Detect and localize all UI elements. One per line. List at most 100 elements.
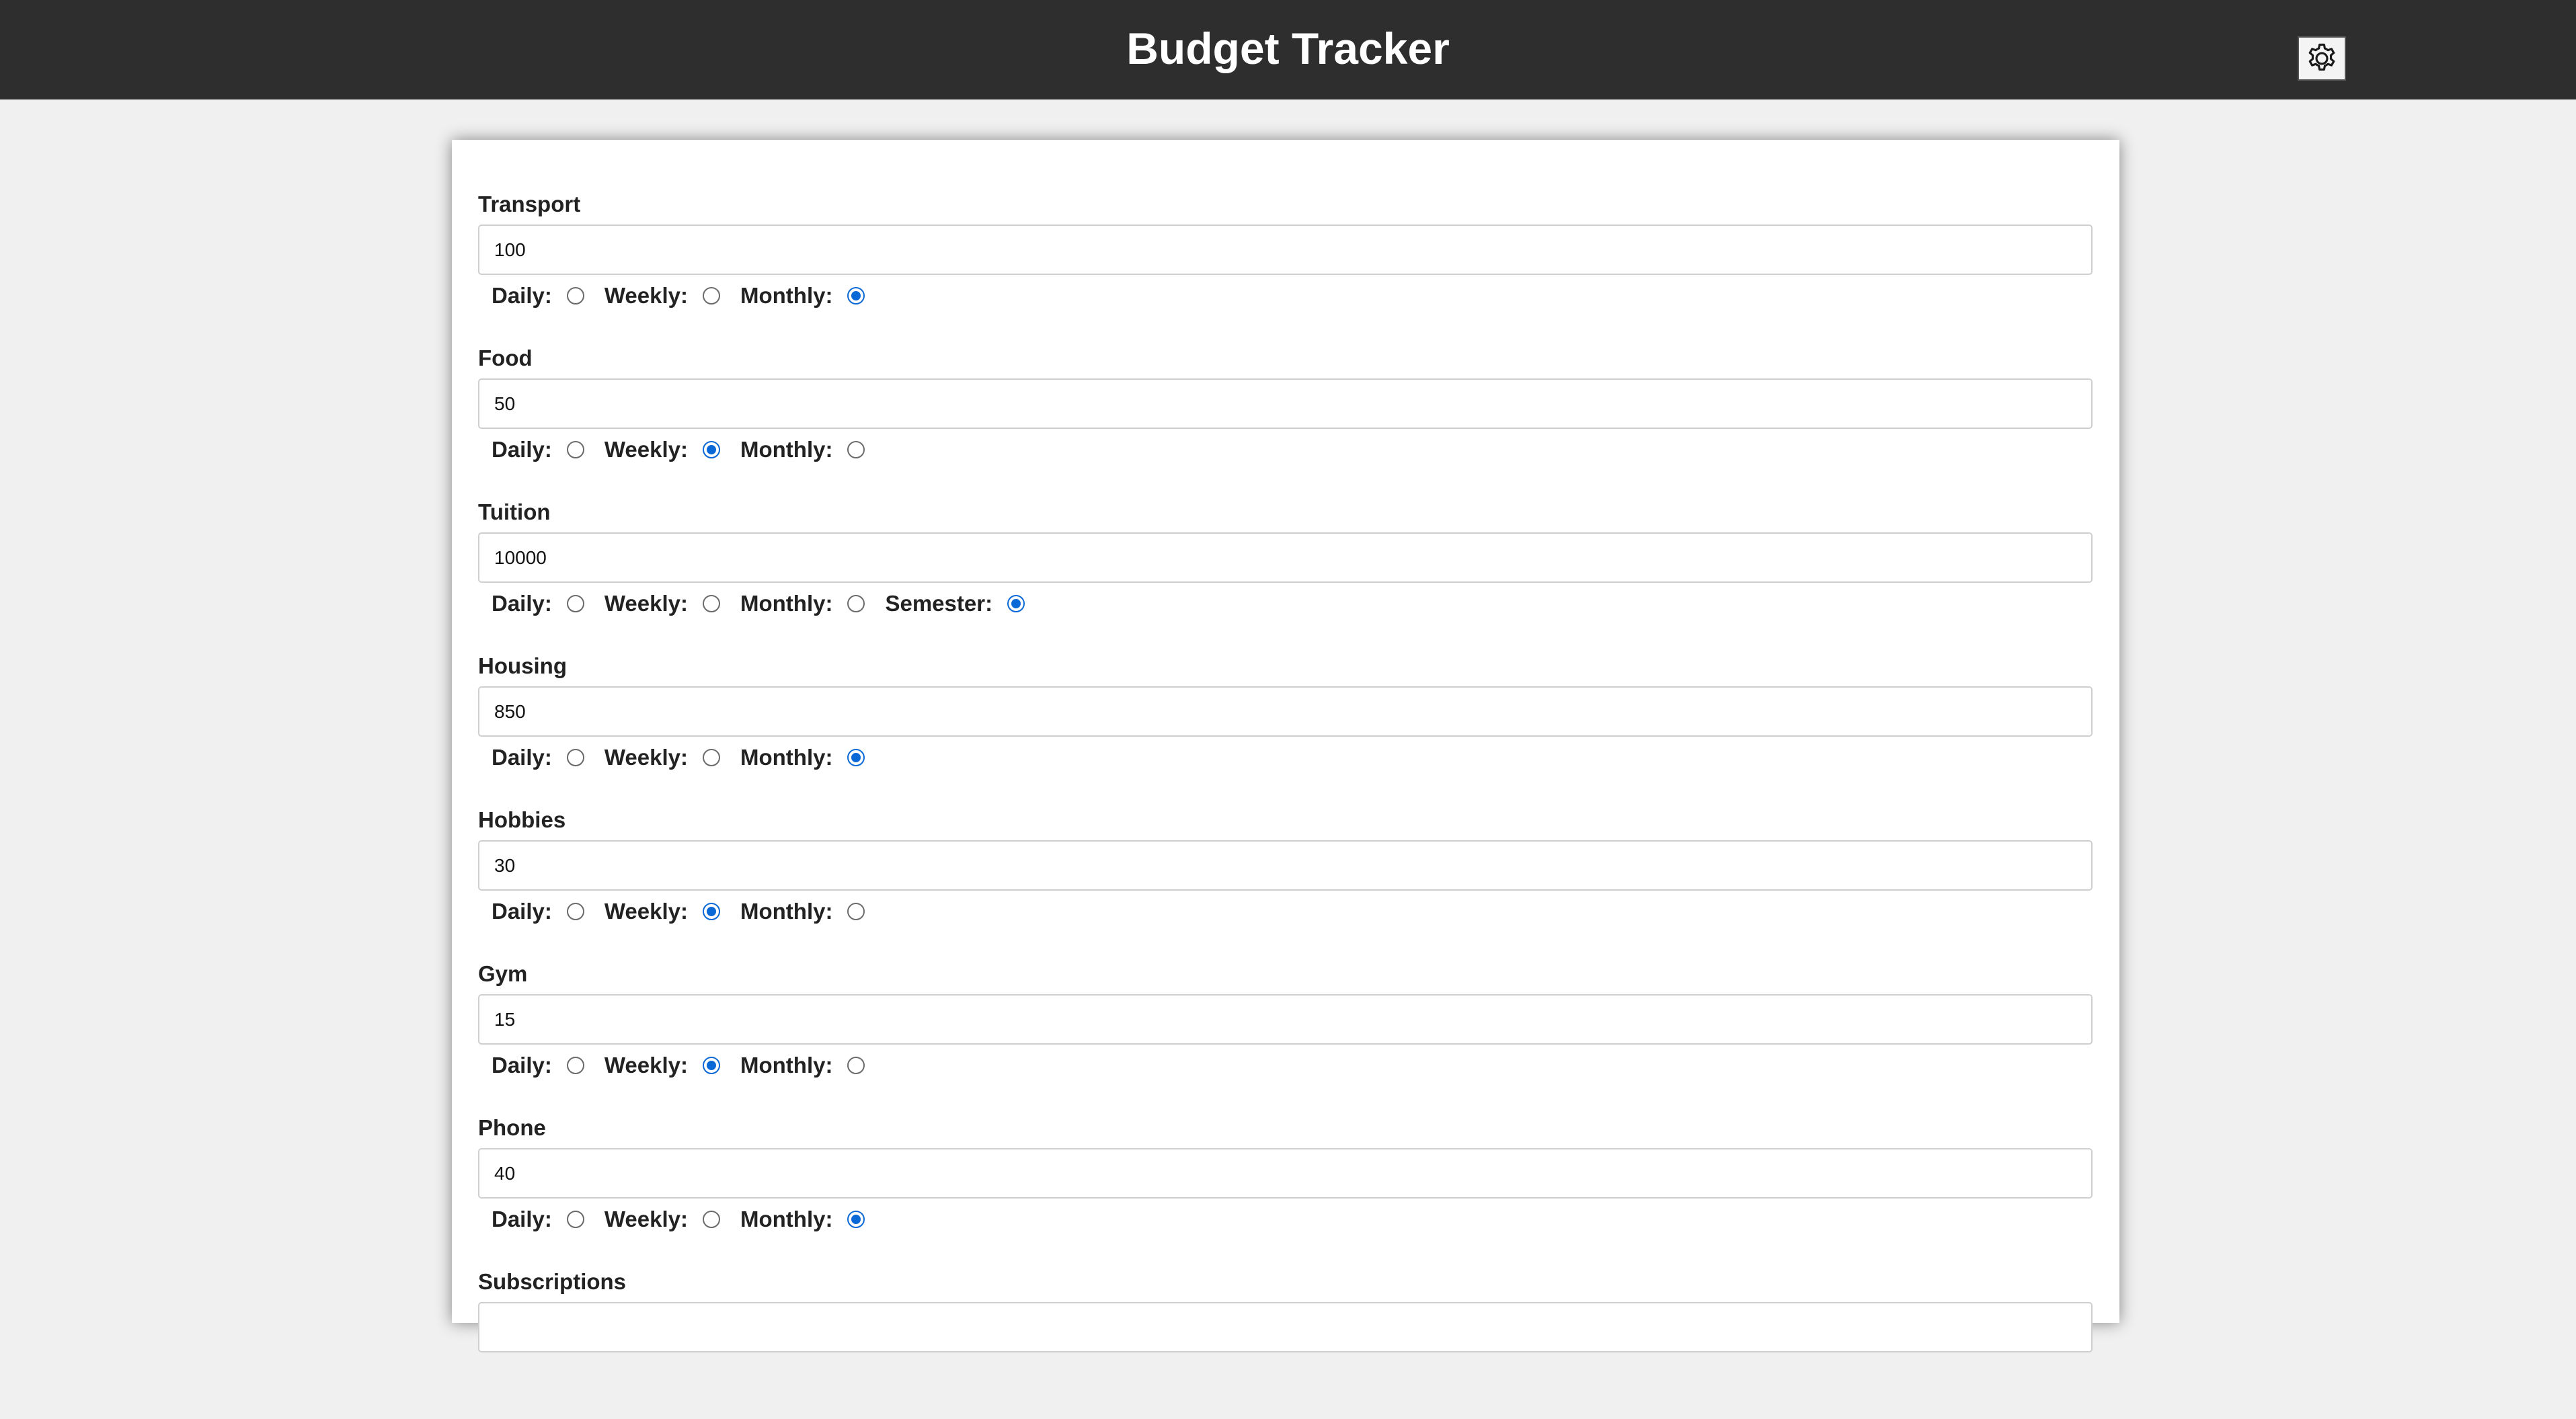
frequency-option-daily[interactable]: Daily: bbox=[492, 1053, 584, 1078]
housing-amount-input[interactable] bbox=[478, 686, 2093, 737]
frequency-option-monthly[interactable]: Monthly: bbox=[740, 745, 865, 770]
frequency-option-weekly[interactable]: Weekly: bbox=[604, 591, 720, 616]
frequency-options: Daily: Weekly: Monthly: bbox=[492, 433, 885, 467]
gym-amount-input[interactable] bbox=[478, 994, 2093, 1045]
monthly-radio[interactable] bbox=[847, 749, 865, 766]
transport-amount-input[interactable] bbox=[478, 225, 2093, 275]
weekly-radio[interactable] bbox=[703, 1057, 720, 1074]
subscriptions-amount-input[interactable] bbox=[478, 1302, 2093, 1352]
weekly-radio[interactable] bbox=[703, 287, 720, 305]
frequency-label: Daily: bbox=[492, 283, 552, 308]
frequency-label: Daily: bbox=[492, 1207, 552, 1231]
daily-radio[interactable] bbox=[566, 1211, 584, 1228]
daily-radio[interactable] bbox=[566, 1057, 584, 1074]
category-label: Tuition bbox=[478, 499, 551, 524]
frequency-label: Weekly: bbox=[604, 1207, 688, 1231]
frequency-label: Weekly: bbox=[604, 437, 688, 462]
frequency-option-daily[interactable]: Daily: bbox=[492, 1207, 584, 1232]
frequency-option-weekly[interactable]: Weekly: bbox=[604, 283, 720, 309]
frequency-option-daily[interactable]: Daily: bbox=[492, 437, 584, 462]
frequency-option-weekly[interactable]: Weekly: bbox=[604, 899, 720, 924]
frequency-label: Monthly: bbox=[740, 745, 833, 770]
frequency-options: Daily: Weekly: Monthly: bbox=[492, 741, 885, 774]
frequency-options: Daily: Weekly: Monthly: bbox=[492, 895, 885, 928]
category-housing: Housing Daily: Weekly: Monthly: bbox=[478, 649, 2093, 803]
frequency-label: Monthly: bbox=[740, 1053, 833, 1078]
frequency-label: Daily: bbox=[492, 899, 552, 924]
frequency-label: Monthly: bbox=[740, 1207, 833, 1231]
category-label: Housing bbox=[478, 653, 567, 678]
category-phone: Phone Daily: Weekly: Monthly: bbox=[478, 1111, 2093, 1265]
daily-radio[interactable] bbox=[566, 287, 584, 305]
weekly-radio[interactable] bbox=[703, 441, 720, 458]
frequency-option-monthly[interactable]: Monthly: bbox=[740, 437, 865, 462]
frequency-label: Weekly: bbox=[604, 283, 688, 308]
frequency-label: Monthly: bbox=[740, 591, 833, 616]
frequency-option-monthly[interactable]: Monthly: bbox=[740, 591, 865, 616]
frequency-options: Daily: Weekly: Monthly: bbox=[492, 1049, 885, 1082]
category-label: Food bbox=[478, 346, 533, 370]
category-label: Hobbies bbox=[478, 807, 566, 832]
frequency-option-daily[interactable]: Daily: bbox=[492, 591, 584, 616]
budget-form-card: Transport Daily: Weekly: Monthly: Food Daily:… bbox=[452, 140, 2119, 1352]
settings-button[interactable] bbox=[2298, 36, 2346, 81]
frequency-option-daily[interactable]: Daily: bbox=[492, 899, 584, 924]
weekly-radio[interactable] bbox=[703, 749, 720, 766]
frequency-option-monthly[interactable]: Monthly: bbox=[740, 899, 865, 924]
frequency-label: Daily: bbox=[492, 437, 552, 462]
monthly-radio[interactable] bbox=[847, 441, 865, 458]
semester-radio[interactable] bbox=[1007, 595, 1025, 612]
frequency-option-monthly[interactable]: Monthly: bbox=[740, 1053, 865, 1078]
frequency-options: Daily: Weekly: Monthly: bbox=[492, 1203, 885, 1236]
hobbies-amount-input[interactable] bbox=[478, 840, 2093, 891]
category-label: Transport bbox=[478, 192, 581, 216]
daily-radio[interactable] bbox=[566, 903, 584, 920]
phone-amount-input[interactable] bbox=[478, 1148, 2093, 1199]
frequency-option-semester[interactable]: Semester: bbox=[885, 591, 1025, 616]
frequency-option-monthly[interactable]: Monthly: bbox=[740, 1207, 865, 1232]
monthly-radio[interactable] bbox=[847, 1211, 865, 1228]
frequency-label: Monthly: bbox=[740, 437, 833, 462]
frequency-label: Monthly: bbox=[740, 283, 833, 308]
monthly-radio[interactable] bbox=[847, 287, 865, 305]
frequency-label: Weekly: bbox=[604, 899, 688, 924]
daily-radio[interactable] bbox=[566, 749, 584, 766]
category-label: Gym bbox=[478, 961, 528, 986]
category-hobbies: Hobbies Daily: Weekly: Monthly: bbox=[478, 803, 2093, 957]
frequency-option-weekly[interactable]: Weekly: bbox=[604, 745, 720, 770]
gear-icon bbox=[2302, 39, 2341, 78]
app-title: Budget Tracker bbox=[1126, 24, 1450, 73]
weekly-radio[interactable] bbox=[703, 1211, 720, 1228]
category-transport: Transport Daily: Weekly: Monthly: bbox=[478, 188, 2093, 341]
category-tuition: Tuition Daily: Weekly: Monthly: Semester: bbox=[478, 495, 2093, 649]
frequency-options: Daily: Weekly: Monthly: Semester: bbox=[492, 587, 1045, 620]
food-amount-input[interactable] bbox=[478, 378, 2093, 429]
frequency-option-weekly[interactable]: Weekly: bbox=[604, 437, 720, 462]
frequency-option-weekly[interactable]: Weekly: bbox=[604, 1207, 720, 1232]
daily-radio[interactable] bbox=[566, 595, 584, 612]
frequency-option-daily[interactable]: Daily: bbox=[492, 745, 584, 770]
category-food: Food Daily: Weekly: Monthly: bbox=[478, 341, 2093, 495]
frequency-label: Daily: bbox=[492, 745, 552, 770]
frequency-label: Daily: bbox=[492, 591, 552, 616]
frequency-label: Weekly: bbox=[604, 591, 688, 616]
monthly-radio[interactable] bbox=[847, 1057, 865, 1074]
monthly-radio[interactable] bbox=[847, 903, 865, 920]
app-header: Budget Tracker bbox=[0, 0, 2576, 99]
frequency-label: Weekly: bbox=[604, 745, 688, 770]
frequency-label: Daily: bbox=[492, 1053, 552, 1078]
weekly-radio[interactable] bbox=[703, 903, 720, 920]
frequency-option-monthly[interactable]: Monthly: bbox=[740, 283, 865, 309]
weekly-radio[interactable] bbox=[703, 595, 720, 612]
category-label: Phone bbox=[478, 1115, 546, 1140]
monthly-radio[interactable] bbox=[847, 595, 865, 612]
daily-radio[interactable] bbox=[566, 441, 584, 458]
frequency-option-weekly[interactable]: Weekly: bbox=[604, 1053, 720, 1078]
category-gym: Gym Daily: Weekly: Monthly: bbox=[478, 957, 2093, 1111]
tuition-amount-input[interactable] bbox=[478, 532, 2093, 583]
frequency-label: Monthly: bbox=[740, 899, 833, 924]
frequency-label: Semester: bbox=[885, 591, 993, 616]
frequency-option-daily[interactable]: Daily: bbox=[492, 283, 584, 309]
frequency-options: Daily: Weekly: Monthly: bbox=[492, 279, 885, 313]
frequency-label: Weekly: bbox=[604, 1053, 688, 1078]
